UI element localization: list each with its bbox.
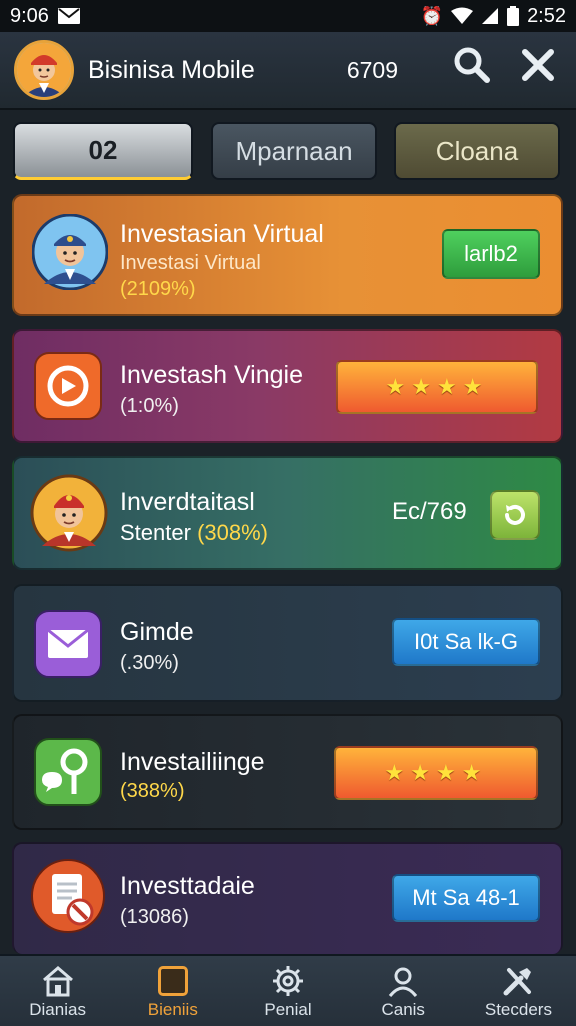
battery-icon (507, 6, 520, 26)
balance-counter: 6709 (346, 56, 398, 83)
app-header: Bisinisa Mobile 6709 (0, 32, 576, 110)
card-subtitle-row: Stenter (308%) (120, 520, 268, 546)
rating-stars: ★★★★ (385, 374, 489, 399)
card-subtitle: Investasi Virtual (120, 252, 261, 274)
avatar-portrait-icon (17, 43, 71, 97)
investment-card[interactable]: Gimde (.30%) I0t Sa lk-G (12, 584, 563, 702)
investment-card[interactable]: Investtadaie (13086) Mt Sa 48-1 (12, 842, 563, 954)
card-action-button[interactable]: larlb2 (442, 229, 540, 279)
card-percent: (308%) (197, 520, 268, 545)
officer-avatar-icon (31, 213, 109, 291)
chat-search-icon (34, 738, 102, 806)
tools-icon (503, 968, 532, 996)
rating-stars: ★★★★ (384, 760, 488, 785)
rating-button[interactable]: ★★★★ (334, 746, 538, 800)
signal-icon (482, 8, 499, 24)
nav-item-penial[interactable]: Penial (230, 956, 345, 1026)
card-percent: (13086) (120, 906, 189, 928)
card-title: Investasian Virtual (120, 220, 324, 248)
card-title: Gimde (120, 618, 194, 646)
search-icon (454, 47, 490, 83)
tab-bar: 02 Mparnaan Cloana (13, 122, 563, 182)
alarm-icon: ⏰ (420, 5, 444, 26)
investment-card[interactable]: Investash Vingie (1:0%) ★★★★ (12, 329, 563, 443)
user-icon (389, 967, 418, 997)
investment-card[interactable]: Investailiinge (388%) ★★★★ (12, 714, 563, 830)
play-target-icon (34, 352, 102, 420)
card-percent: (2109%) (120, 278, 196, 300)
refresh-icon (505, 504, 525, 525)
card-subtitle: Stenter (120, 520, 191, 545)
nav-item-dianias[interactable]: Dianias (0, 956, 115, 1026)
avatar[interactable] (14, 40, 74, 100)
tab-02[interactable]: 02 (13, 122, 193, 180)
close-button[interactable] (514, 47, 562, 93)
search-button[interactable] (448, 46, 496, 94)
card-percent: (.30%) (120, 652, 179, 674)
nav-label: Canis (381, 1000, 425, 1019)
tab-cloana[interactable]: Cloana (394, 122, 560, 180)
wifi-icon (451, 7, 474, 24)
status-clock: 2:52 (527, 4, 566, 27)
card-icon-tile (34, 610, 102, 678)
mail-icon (34, 610, 102, 678)
card-percent: (1:0%) (120, 395, 179, 417)
nav-label: Bieniis (147, 1000, 198, 1019)
gear-icon (273, 966, 303, 996)
investment-card[interactable]: Inverdtaitasl Stenter (308%) Ec/769 (12, 456, 563, 570)
card-icon-tile (30, 858, 108, 936)
status-time: 9:06 (10, 4, 49, 27)
card-title: Investtadaie (120, 872, 255, 900)
card-icon-tile (34, 352, 102, 420)
status-bar: 9:06 ⏰ 2:52 (0, 0, 576, 32)
rating-button[interactable]: ★★★★ (336, 360, 538, 414)
card-icon-tile (34, 738, 102, 806)
box-icon (157, 966, 188, 996)
card-title: Inverdtaitasl (120, 488, 255, 516)
card-title: Investailiinge (120, 748, 265, 776)
card-action-button[interactable]: I0t Sa lk-G (392, 618, 540, 666)
nav-label: Dianias (29, 1000, 86, 1019)
close-icon (522, 49, 554, 81)
guard-avatar-icon (30, 474, 108, 552)
document-blocked-icon (31, 859, 105, 933)
refresh-button[interactable] (490, 490, 540, 540)
home-icon (42, 966, 73, 997)
card-value: Ec/769 (392, 498, 467, 525)
nav-label: Penial (264, 1000, 312, 1019)
bottom-navigation: Dianias Bieniis Penial Canis Stecders (0, 954, 576, 1026)
card-avatar (31, 213, 109, 291)
nav-item-bieniis[interactable]: Bieniis (115, 956, 230, 1026)
tab-mparnaan[interactable]: Mparnaan (211, 122, 377, 180)
investment-card[interactable]: Investasian Virtual Investasi Virtual (2… (12, 194, 563, 316)
card-avatar (30, 474, 108, 552)
app-title: Bisinisa Mobile (88, 55, 255, 84)
card-action-button[interactable]: Mt Sa 48-1 (392, 874, 540, 922)
nav-item-canis[interactable]: Canis (346, 956, 461, 1026)
nav-label: Stecders (484, 1000, 552, 1019)
card-percent: (388%) (120, 780, 185, 802)
card-title: Investash Vingie (120, 361, 303, 389)
nav-item-stecders[interactable]: Stecders (461, 956, 576, 1026)
email-notification-icon (57, 8, 80, 24)
